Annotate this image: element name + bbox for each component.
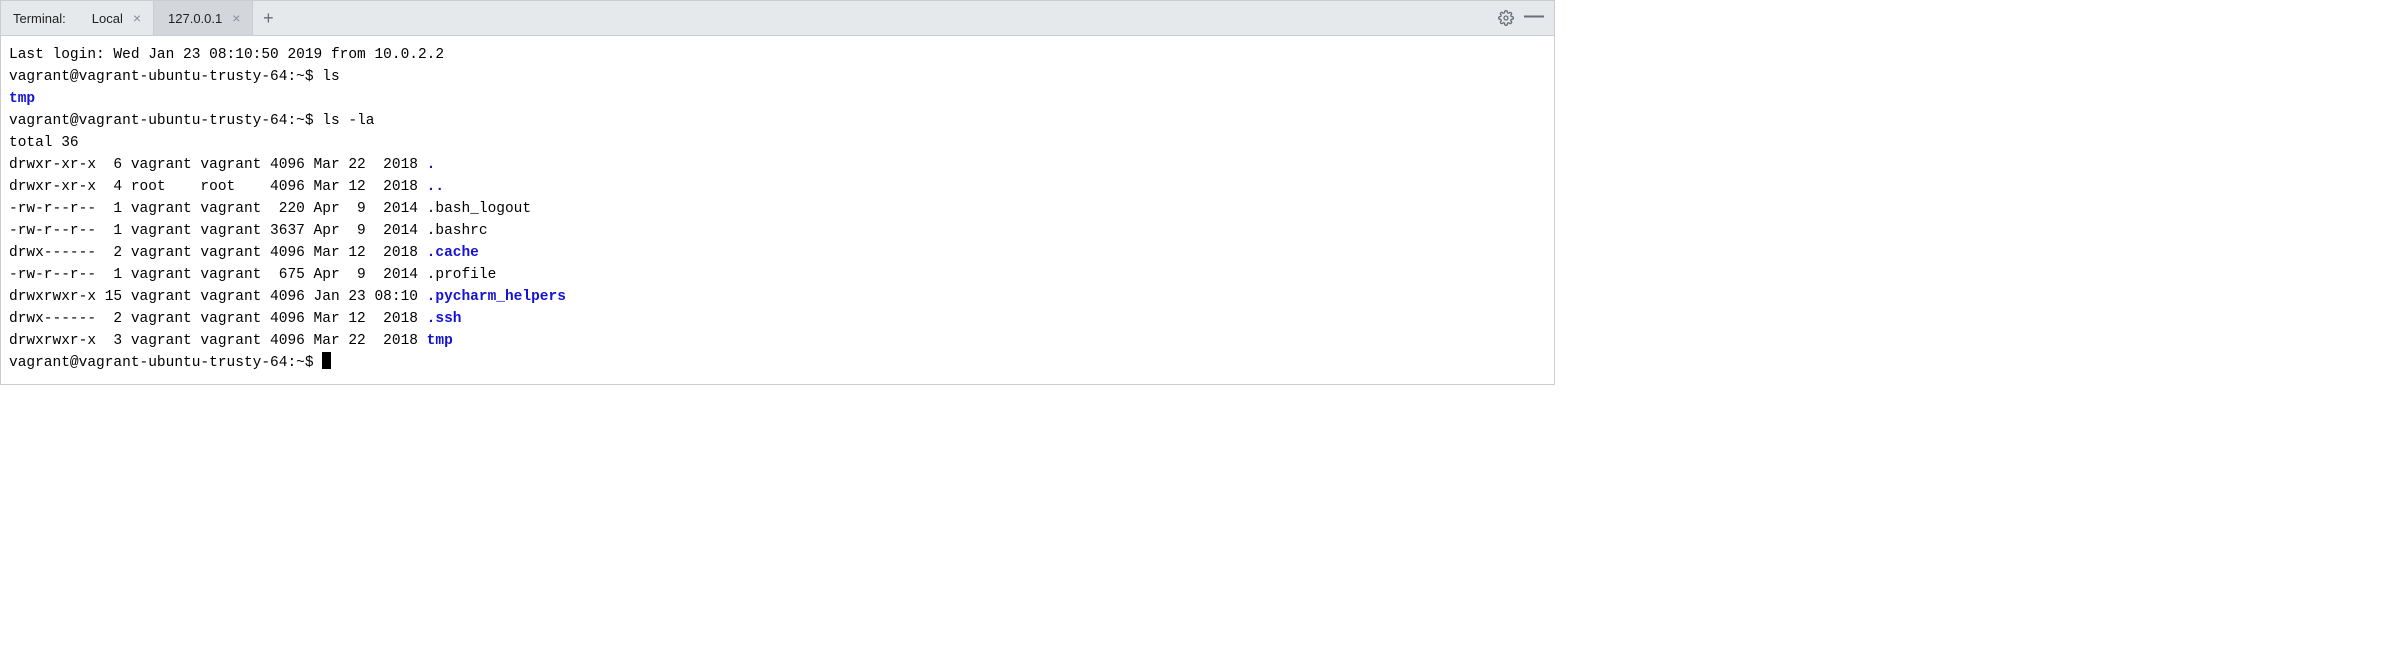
add-tab-button[interactable]: + xyxy=(253,1,283,35)
dir-entry: .. xyxy=(427,179,444,195)
cursor xyxy=(322,352,331,369)
close-icon[interactable]: × xyxy=(131,11,143,25)
dir-entry: tmp xyxy=(9,91,35,107)
terminal-title: Terminal: xyxy=(1,1,78,35)
dir-entry: .cache xyxy=(427,245,479,261)
dir-entry: .ssh xyxy=(427,311,462,327)
gear-icon[interactable] xyxy=(1498,10,1514,26)
command-text: ls xyxy=(322,69,339,85)
terminal-panel: Terminal: Local × 127.0.0.1 × + — Last l… xyxy=(0,0,1555,385)
tab-local[interactable]: Local × xyxy=(78,1,154,35)
terminal-output[interactable]: Last login: Wed Jan 23 08:10:50 2019 fro… xyxy=(1,36,1554,384)
tab-label: 127.0.0.1 xyxy=(168,11,222,26)
dir-entry: .pycharm_helpers xyxy=(427,289,566,305)
command-text: ls -la xyxy=(322,113,374,129)
tabbar-icons: — xyxy=(1498,1,1554,35)
tab-remote[interactable]: 127.0.0.1 × xyxy=(154,1,253,35)
dir-entry: . xyxy=(427,157,436,173)
terminal-tabbar: Terminal: Local × 127.0.0.1 × + — xyxy=(1,1,1554,36)
minimize-icon[interactable]: — xyxy=(1524,6,1544,26)
file-entry: .bashrc xyxy=(427,223,488,239)
close-icon[interactable]: × xyxy=(230,11,242,25)
dir-entry: tmp xyxy=(427,333,453,349)
file-entry: .profile xyxy=(427,267,497,283)
tabbar-spacer xyxy=(283,1,1498,35)
file-entry: .bash_logout xyxy=(427,201,531,217)
tab-label: Local xyxy=(92,11,123,26)
